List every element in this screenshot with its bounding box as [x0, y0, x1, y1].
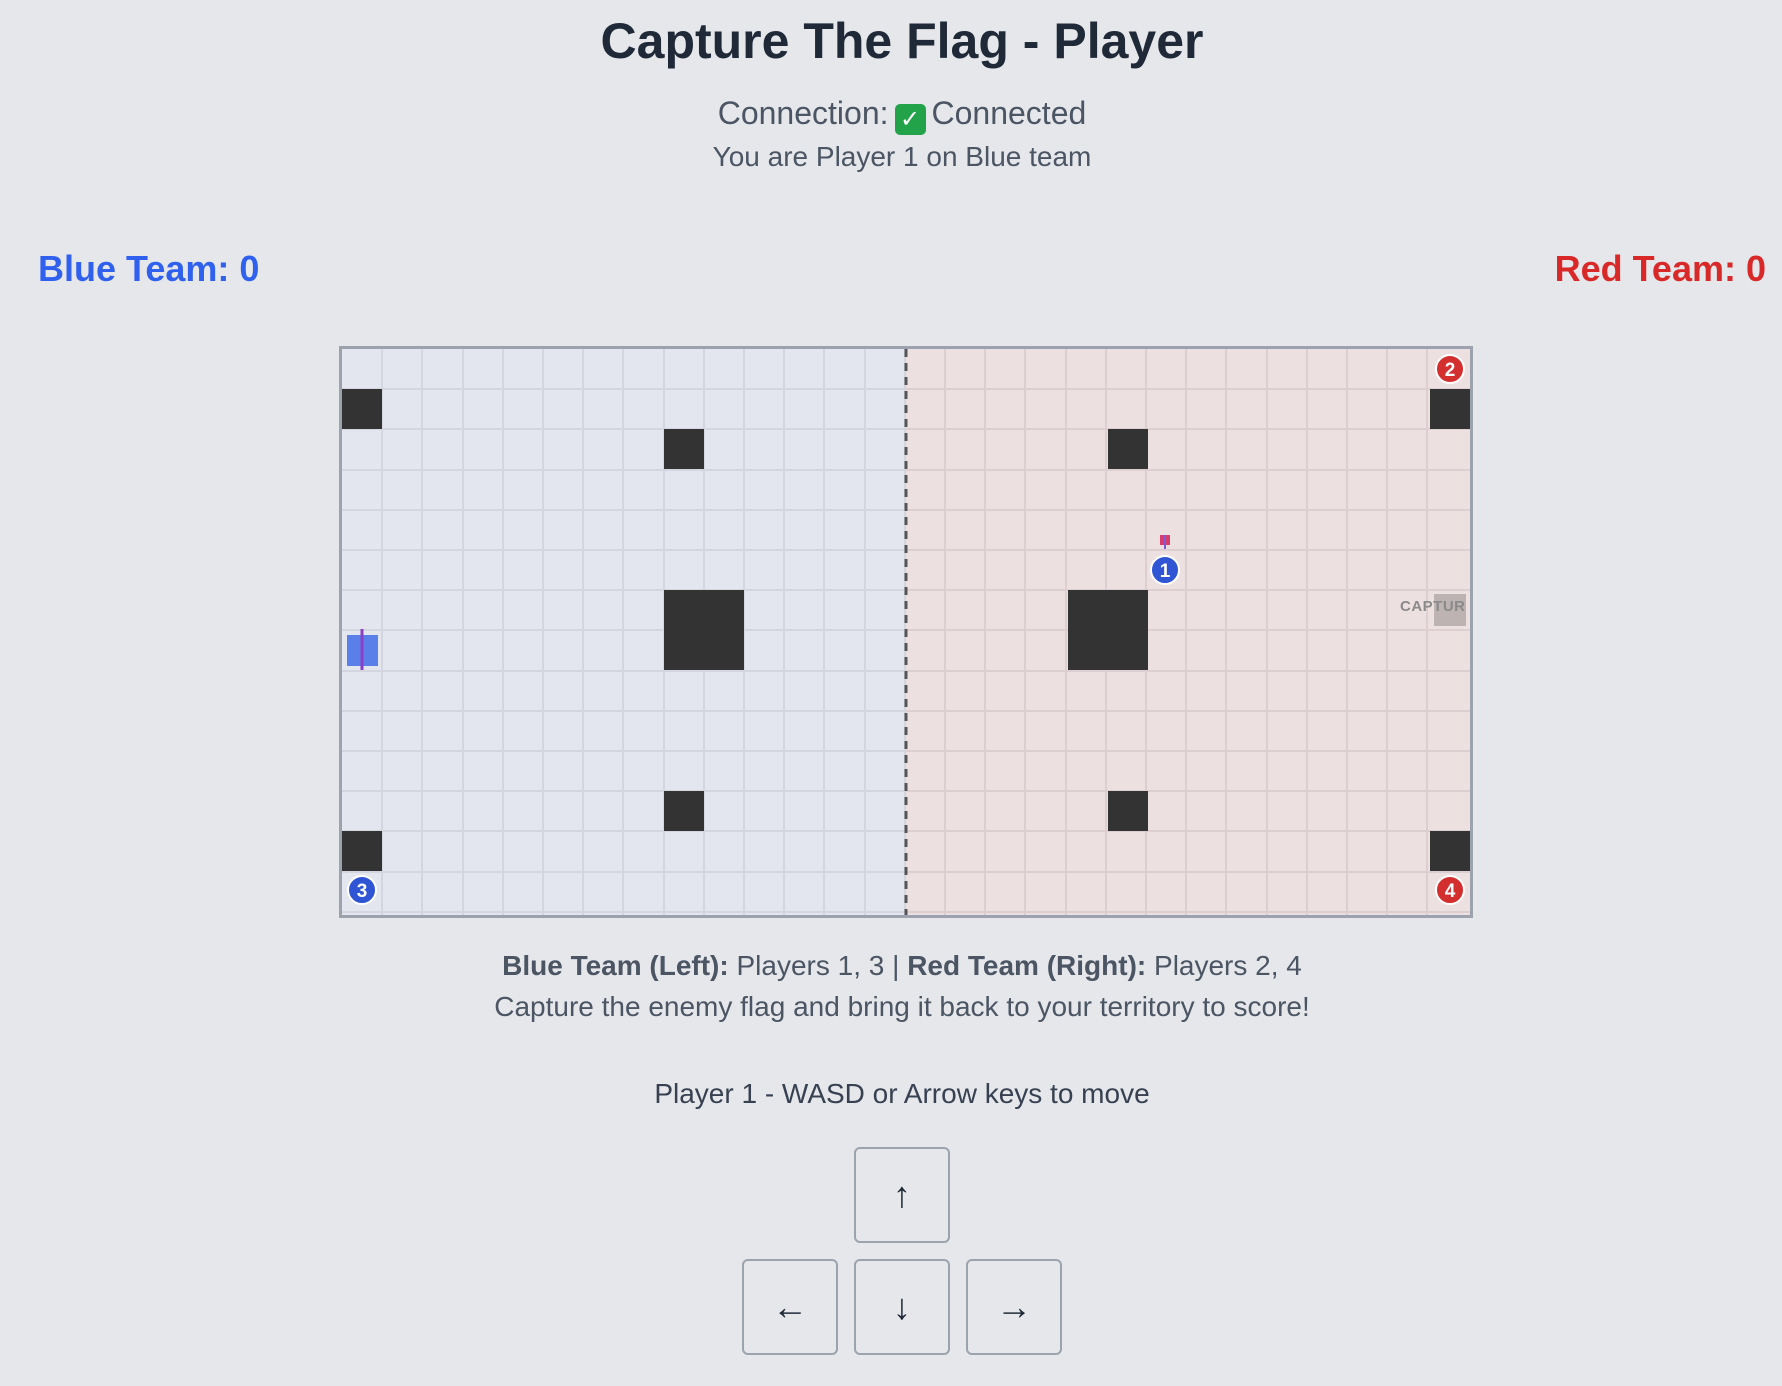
player-number: 1 — [1160, 561, 1171, 582]
page-title: Capture The Flag - Player — [600, 13, 1204, 69]
team-assignments: Blue Team (Left): Players 1, 3 | Red Tea… — [0, 950, 1782, 982]
game-board[interactable]: 1 2 3 4 CAPTUR — [339, 346, 1473, 918]
blue-team-label: Blue Team (Left): — [502, 950, 729, 981]
player-number: 4 — [1445, 881, 1456, 902]
blue-flag-base — [347, 629, 378, 670]
player-number: 2 — [1445, 360, 1456, 381]
obstacle — [342, 831, 382, 871]
obstacle — [664, 429, 704, 469]
red-team-score: Red Team: 0 — [1554, 248, 1766, 289]
right-arrow-button[interactable]: → — [966, 1259, 1062, 1355]
obstacle — [664, 791, 704, 831]
red-team-label: Red Team (Right): — [907, 950, 1147, 981]
connection-status-text: Connected — [931, 95, 1087, 131]
check-icon: ✓ — [894, 104, 926, 135]
obstacle — [664, 590, 744, 670]
player-3-marker: 3 — [347, 875, 377, 905]
left-arrow-button[interactable]: ← — [742, 1259, 838, 1355]
board-canvas[interactable]: 1 2 3 4 — [342, 349, 1470, 915]
obstacle — [1108, 429, 1148, 469]
obstacle — [1068, 590, 1148, 670]
player-info: You are Player 1 on Blue team — [712, 141, 1092, 172]
player-4-marker: 4 — [1435, 875, 1465, 905]
blue-team-players: Players 1, 3 — [736, 950, 885, 981]
obstacle — [342, 389, 382, 429]
connection-label: Connection: — [717, 95, 889, 131]
down-arrow-button[interactable]: ↓ — [854, 1259, 950, 1355]
red-team-players: Players 2, 4 — [1154, 950, 1302, 981]
connection-status: Connection: ✓ Connected — [0, 95, 1782, 135]
player-number: 3 — [357, 881, 368, 902]
capture-zone-label: CAPTUR — [1400, 598, 1466, 615]
controls-hint: Player 1 - WASD or Arrow keys to move — [654, 1078, 1150, 1109]
up-arrow-button[interactable]: ↑ — [854, 1147, 950, 1243]
blue-team-score: Blue Team: 0 — [38, 248, 260, 289]
obstacle — [1108, 791, 1148, 831]
player-2-marker: 2 — [1435, 354, 1465, 384]
obstacle — [1430, 389, 1470, 429]
objective-text: Capture the enemy flag and bring it back… — [494, 991, 1310, 1022]
obstacle — [1430, 831, 1470, 871]
team-separator: | — [892, 950, 900, 981]
